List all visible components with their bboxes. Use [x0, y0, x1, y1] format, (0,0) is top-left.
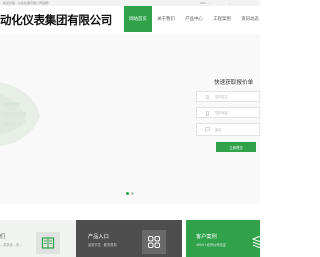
slide-dot-2[interactable] [131, 192, 134, 195]
card-cases-title: 客户案例 [196, 234, 217, 240]
card-about[interactable]: 们 …质量优…务… [0, 220, 76, 257]
card-products-icon-box [142, 230, 166, 254]
card-about-icon-box [36, 232, 60, 254]
message-icon [205, 127, 210, 132]
message-input[interactable] [215, 127, 259, 137]
quote-form-title: 快速获取报价单 [214, 80, 254, 86]
phone-input[interactable] [215, 108, 259, 118]
card-cases-icon-box [252, 234, 260, 248]
leaf-decoration [0, 82, 40, 146]
nav-products[interactable]: 产品中心 [180, 6, 208, 32]
company-name[interactable]: 动化仪表集团有限公司 [0, 12, 112, 28]
grid-icon [148, 236, 160, 248]
hero-banner: 快速获取报价单 立即提交 [0, 34, 260, 204]
card-about-subtitle: …质量优…务… [0, 243, 23, 247]
name-input[interactable] [215, 92, 259, 102]
nav-news[interactable]: 资讯动态 [236, 6, 264, 32]
nav-about[interactable]: 关于我们 [152, 6, 180, 32]
slide-dot-1[interactable] [126, 192, 129, 195]
site-header: 动化仪表集团有限公司 网站首页 关于我们 产品中心 工程案例 资讯动态 [0, 6, 260, 34]
user-icon [205, 95, 210, 100]
nav-cases[interactable]: 工程案例 [208, 6, 236, 32]
card-cases[interactable]: 客户案例 4000+合作伙伴见证 [186, 220, 260, 257]
slide-indicators [126, 192, 134, 195]
main-nav: 网站首页 关于我们 产品中心 工程案例 资讯动态 [124, 6, 264, 32]
stack-icon [252, 235, 260, 248]
name-field[interactable] [196, 91, 260, 102]
feature-cards: 们 …质量优…务… 产品入口 品类丰富 · 服务周到 客户案例 4000+合作伙… [0, 220, 260, 257]
card-products-subtitle: 品类丰富 · 服务周到 [88, 243, 117, 247]
card-products-title: 产品入口 [88, 234, 109, 240]
message-field[interactable] [196, 123, 260, 137]
card-about-title: 们 [0, 234, 6, 240]
phone-field[interactable] [196, 107, 260, 118]
nav-home[interactable]: 网站首页 [124, 6, 152, 32]
document-icon [41, 237, 55, 249]
card-cases-subtitle: 4000+合作伙伴见证 [196, 243, 226, 247]
card-products[interactable]: 产品入口 品类丰富 · 服务周到 [76, 220, 182, 257]
submit-button[interactable]: 立即提交 [216, 142, 256, 152]
quote-form: 快速获取报价单 立即提交 [196, 78, 260, 152]
phone-icon [206, 111, 209, 116]
